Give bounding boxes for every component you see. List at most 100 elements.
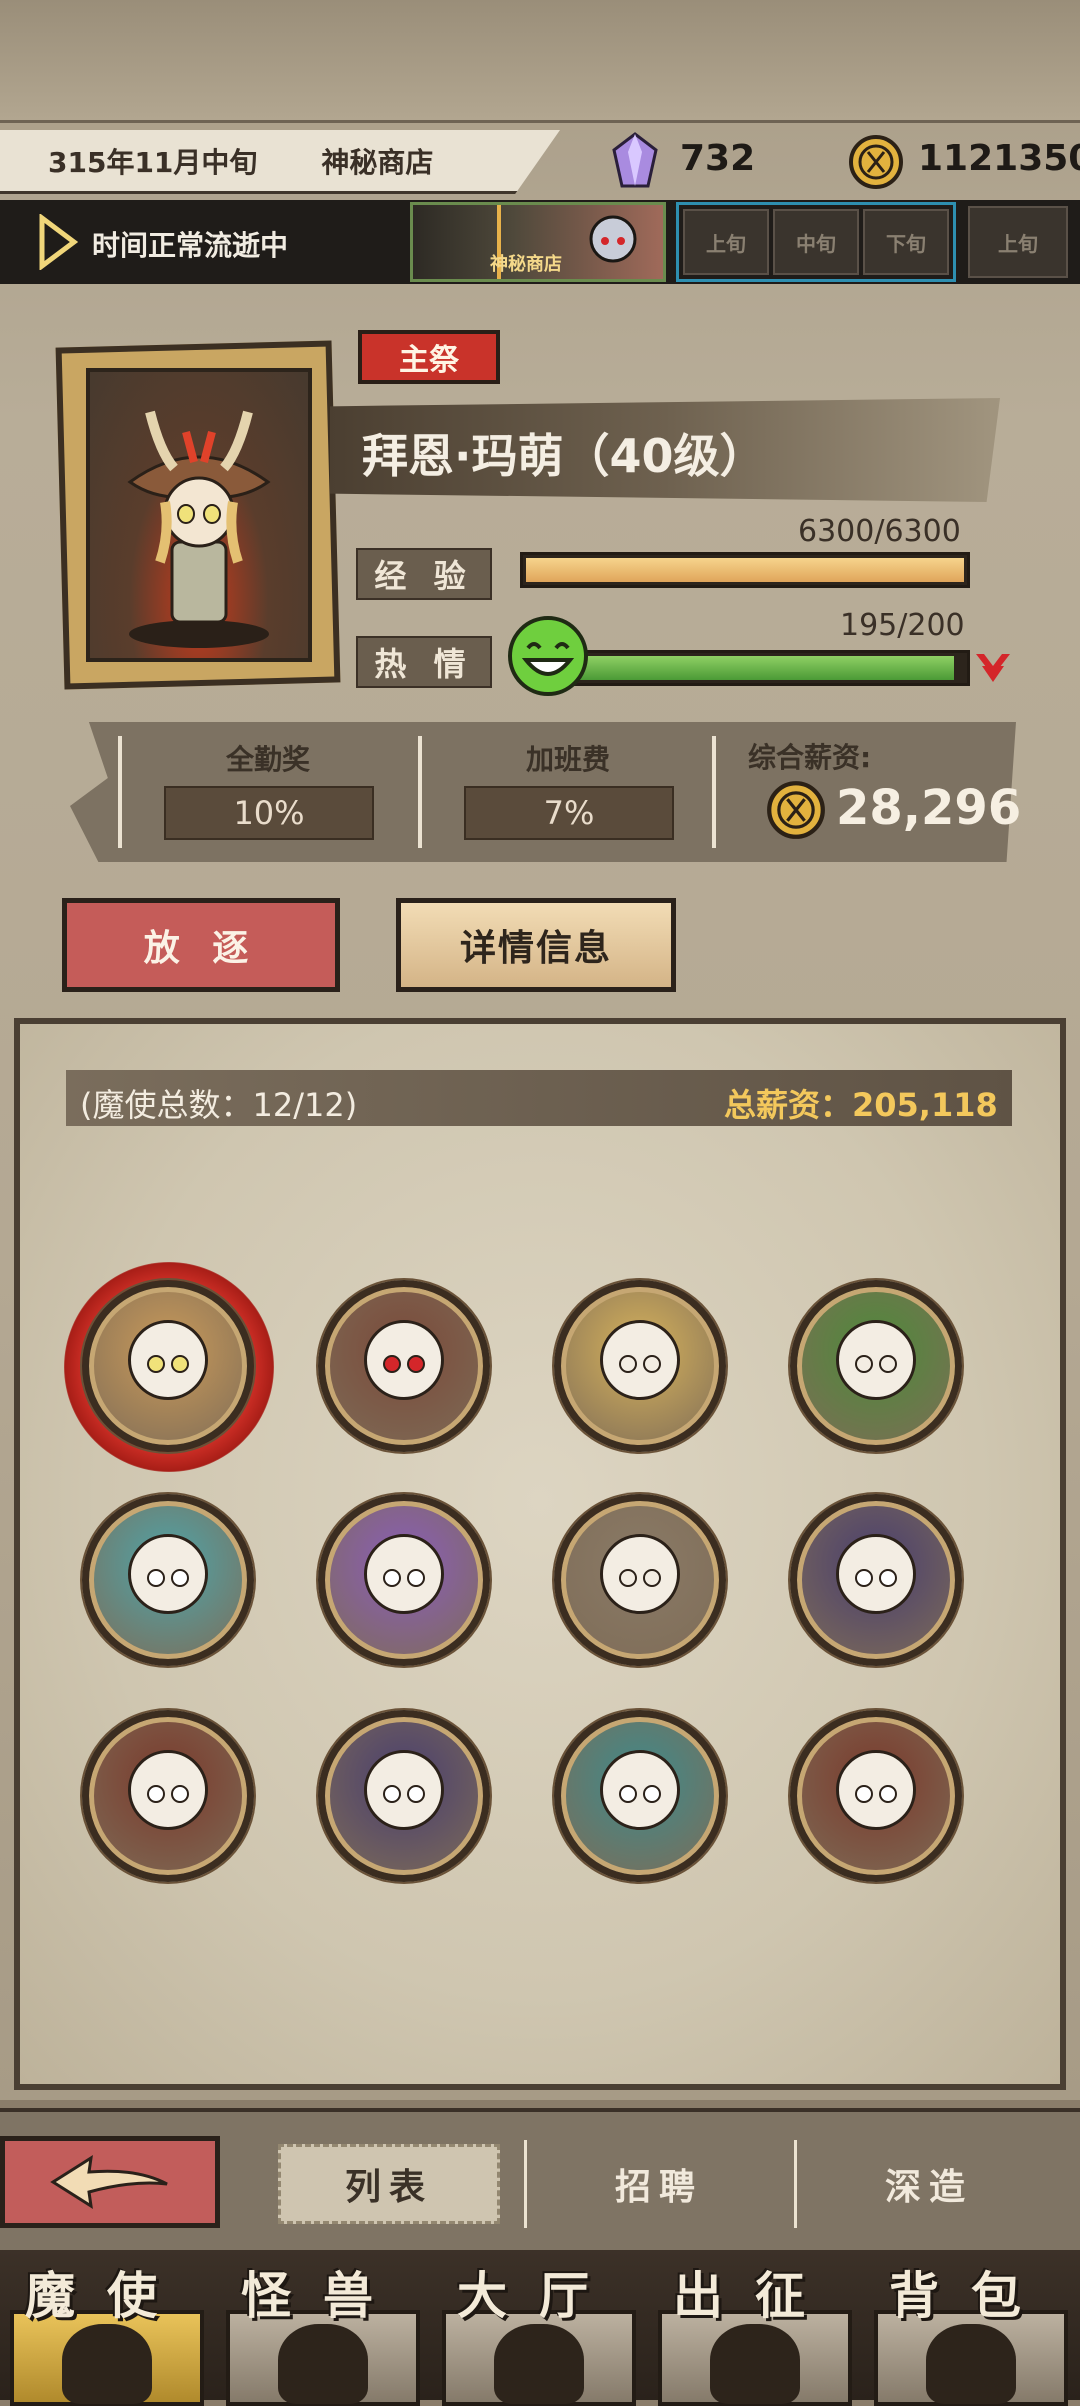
avatar-eye: [879, 1354, 897, 1373]
avatar-face: [600, 1749, 680, 1830]
avatar-eye: [407, 1784, 425, 1803]
pay-divider: [418, 736, 422, 848]
nav-demons[interactable]: 魔使: [0, 2250, 214, 2406]
nav-label: 怪兽: [241, 2267, 405, 2325]
avatar-eye: [619, 1568, 637, 1587]
avatar-eye: [383, 1568, 401, 1587]
avatar-face: [836, 1749, 916, 1830]
avatar-eye: [383, 1784, 401, 1803]
role-tag: 主祭: [358, 330, 500, 384]
avatar-face: [128, 1749, 208, 1830]
passion-bar: [564, 650, 970, 686]
avatar-eye: [147, 1354, 165, 1373]
tab-divider: [794, 2140, 797, 2228]
decrease-arrow-icon: [976, 654, 1010, 682]
avatar-eye: [879, 1784, 897, 1803]
avatar-eye: [643, 1784, 661, 1803]
avatar-eye: [619, 1784, 637, 1803]
roster-member-avatar[interactable]: [790, 1494, 962, 1666]
nav-monsters[interactable]: 怪兽: [216, 2250, 430, 2406]
avatar-eye: [407, 1354, 425, 1373]
avatar-face: [128, 1319, 208, 1400]
gem-icon: [612, 132, 658, 188]
tab-divider: [524, 2140, 527, 2228]
avatar-eye: [147, 1784, 165, 1803]
coin-count: 1121350: [918, 138, 1080, 179]
avatar-eye: [619, 1354, 637, 1373]
roster-count: (魔使总数：12/12): [80, 1086, 358, 1124]
roster-member-avatar[interactable]: [82, 1710, 254, 1882]
play-icon[interactable]: [38, 214, 78, 270]
tab-recruit[interactable]: 招聘: [548, 2144, 770, 2224]
tab-advance[interactable]: 深造: [818, 2144, 1040, 2224]
date-banner: 315年11月中旬 神秘商店: [0, 130, 560, 194]
nav-label: 大厅: [457, 2267, 621, 2325]
roster-member-avatar[interactable]: [318, 1494, 490, 1666]
period-slot-mid[interactable]: 中旬: [773, 209, 859, 275]
avatar-face: [128, 1533, 208, 1614]
avatar-face: [364, 1533, 444, 1614]
back-button[interactable]: [0, 2136, 220, 2228]
period-slots: 上旬 中旬 下旬: [676, 202, 956, 282]
avatar-eye: [643, 1568, 661, 1587]
passion-label: 热 情: [356, 636, 492, 688]
exile-button[interactable]: 放 逐: [62, 898, 340, 992]
roster-member-avatar[interactable]: [554, 1280, 726, 1452]
nav-expedition[interactable]: 出征: [648, 2250, 862, 2406]
attendance-title: 全勤奖: [226, 743, 311, 776]
exp-label: 经 验: [356, 548, 492, 600]
period-slot-late[interactable]: 下旬: [863, 209, 949, 275]
nav-label: 魔使: [25, 2267, 189, 2325]
salary-title: 综合薪资:: [748, 741, 872, 774]
backpack-icon: [926, 2324, 1016, 2404]
happy-face-icon: [508, 616, 588, 696]
nav-backpack[interactable]: 背包: [864, 2250, 1078, 2406]
current-date: 315年11月中旬: [48, 145, 258, 179]
nav-label: 出征: [673, 2267, 837, 2325]
period-slot-next[interactable]: 上旬: [968, 206, 1068, 278]
pay-divider: [712, 736, 716, 848]
overtime-title: 加班费: [526, 743, 611, 776]
attendance-value: 10%: [164, 786, 374, 840]
avatar-eye: [855, 1568, 873, 1587]
salary-value: 28,296: [836, 780, 1022, 836]
current-location: 神秘商店: [321, 145, 434, 179]
details-button[interactable]: 详情信息: [396, 898, 676, 992]
tab-list[interactable]: 列表: [278, 2144, 500, 2224]
avatar-face: [600, 1533, 680, 1614]
character-name: 拜恩·玛萌（40级）: [362, 429, 766, 483]
avatar-face: [600, 1319, 680, 1400]
avatar-eye: [171, 1568, 189, 1587]
avatar-eye: [147, 1568, 165, 1587]
coin-icon: [767, 781, 825, 839]
roster-member-avatar[interactable]: [318, 1280, 490, 1452]
roster-member-avatar[interactable]: [790, 1280, 962, 1452]
roster-member-avatar[interactable]: [554, 1710, 726, 1882]
period-slot-early[interactable]: 上旬: [683, 209, 769, 275]
roster-member-avatar[interactable]: [554, 1494, 726, 1666]
roster-member-avatar[interactable]: [82, 1280, 254, 1452]
nav-hall[interactable]: 大厅: [432, 2250, 646, 2406]
top-decor-band: [0, 0, 1080, 123]
expedition-icon: [710, 2324, 800, 2404]
exp-bar-fill: [526, 558, 964, 582]
back-arrow-icon: [50, 2154, 168, 2210]
avatar-face: [364, 1749, 444, 1830]
avatar-eye: [855, 1354, 873, 1373]
roster-member-avatar[interactable]: [82, 1494, 254, 1666]
roster-member-avatar[interactable]: [790, 1710, 962, 1882]
avatar-eye: [643, 1354, 661, 1373]
monster-icon: [278, 2324, 368, 2404]
coin-icon: [849, 135, 903, 189]
overtime-value: 7%: [464, 786, 674, 840]
roster-member-avatar[interactable]: [318, 1710, 490, 1882]
pay-divider: [118, 736, 122, 848]
exp-bar: [520, 552, 970, 588]
shop-event-label: 神秘商店: [490, 254, 562, 275]
exp-value: 6300/6300: [798, 514, 961, 549]
avatar-eye: [407, 1568, 425, 1587]
time-status: 时间正常流逝中: [92, 229, 289, 262]
avatar-eye: [383, 1354, 401, 1373]
character-portrait[interactable]: [86, 368, 312, 662]
roster-total-salary: 总薪资：205,118: [724, 1086, 998, 1124]
